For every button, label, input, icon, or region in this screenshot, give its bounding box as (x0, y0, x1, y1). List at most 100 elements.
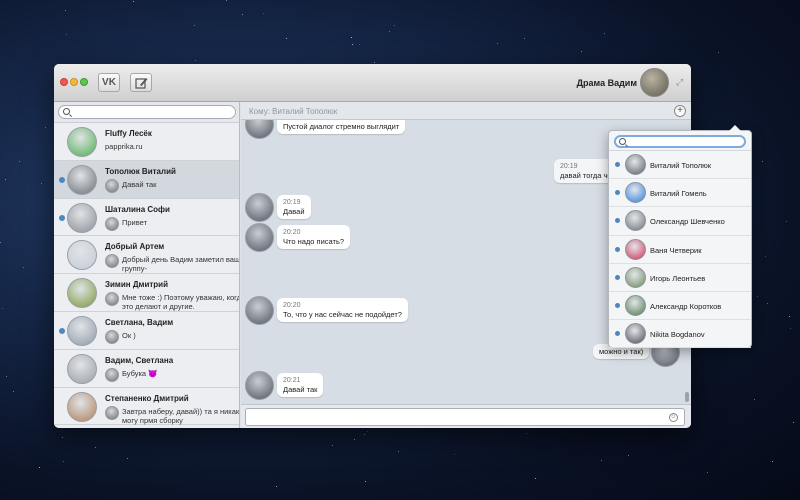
contact-name: Светлана, Вадим (105, 317, 174, 327)
contact-name: Олександр Шевченко (650, 217, 725, 227)
message-text: Давай так (283, 385, 318, 394)
contact-name: Зимин Дмитрий (105, 280, 168, 290)
star (95, 447, 96, 448)
star (604, 33, 605, 34)
star (364, 434, 365, 435)
star (789, 316, 790, 317)
popup-contact-item[interactable]: Игорь Леонтьев (609, 264, 751, 292)
star (133, 1, 134, 2)
last-message-preview: Ок ) (122, 330, 136, 340)
online-dot-icon (615, 274, 620, 280)
last-message-avatar (105, 329, 119, 344)
star (772, 461, 773, 462)
current-user-avatar[interactable] (640, 68, 669, 97)
message-text: можно и так) (599, 347, 644, 356)
contact-avatar (67, 353, 97, 384)
message-time: 20:21 (283, 377, 301, 384)
popup-arrow (729, 125, 741, 131)
sidebar: Fluffy Лесёк papprika.ru Тополюк Виталий Да… (54, 102, 240, 428)
sender-avatar[interactable] (245, 120, 274, 139)
add-recipient-button[interactable]: + (674, 105, 686, 117)
emoji-icon[interactable]: ☺ (669, 413, 678, 422)
popup-contact-item[interactable]: Александр Коротков (609, 292, 751, 321)
star (242, 14, 243, 15)
contact-row[interactable]: Степаненко Дмитрий Завтра наберу, давай))… (54, 387, 240, 426)
last-message-avatar (105, 254, 119, 269)
star (45, 127, 46, 128)
message-scrollbar[interactable] (685, 392, 689, 402)
popup-contact-item[interactable]: Олександр Шевченко (609, 207, 751, 236)
message-bubble: 20:20 То, что у нас сейчас не подойдет? (277, 298, 408, 322)
star (790, 328, 791, 329)
recipient-label[interactable]: Кому: Виталий Тополюк (249, 107, 337, 116)
star (367, 431, 368, 432)
composer: ☺ (241, 404, 691, 428)
star (352, 44, 353, 45)
last-message-avatar (105, 367, 119, 382)
contact-list: Fluffy Лесёк papprika.ru Тополюк Виталий Да… (54, 123, 240, 426)
fullscreen-icon[interactable]: ⤢ (676, 77, 686, 87)
contact-row[interactable]: Тополюк Виталий Давай так (54, 160, 239, 199)
star (127, 458, 128, 459)
contact-name: Виталий Гомель (650, 189, 707, 199)
online-dot-icon (615, 162, 620, 167)
message-text: Пустой диалог стремно выглядит (283, 122, 400, 131)
contact-row[interactable]: Вадим, Светлана Бубука 😈 (54, 349, 239, 388)
star (454, 454, 455, 455)
star (581, 51, 582, 52)
message-text: давай тогда че (560, 171, 612, 180)
contact-name: Fluffy Лесёк (105, 129, 152, 138)
last-message-preview: Добрый день Вадим заметил вашу группу- (122, 255, 240, 274)
current-user-name[interactable]: Драма Вадим (577, 78, 637, 88)
star (757, 296, 758, 297)
popup-contact-item[interactable]: Ваня Четверик (609, 236, 751, 264)
last-message-preview: Завтра наберу, давай)) та я никак не мог… (122, 406, 240, 425)
search-icon (63, 108, 70, 115)
star (39, 467, 40, 468)
zoom-window-button[interactable] (80, 78, 88, 86)
contact-name: Александр Коротков (650, 301, 722, 311)
popup-contact-item[interactable]: Виталий Гомель (609, 179, 751, 208)
last-message-avatar (105, 216, 119, 231)
message-bubble: 20:19 Давай (277, 195, 311, 219)
popup-contact-item[interactable]: Виталий Тополюк (609, 151, 751, 180)
sender-avatar[interactable] (245, 296, 274, 325)
recipient-picker-popup: Виталий Тополюк Виталий Гомель Олександр… (608, 125, 752, 349)
message-input[interactable]: ☺ (245, 408, 685, 426)
contact-name: Шаталина Софи (105, 204, 170, 214)
star (13, 391, 14, 392)
star (351, 37, 352, 38)
star (365, 481, 366, 482)
popup-search-input[interactable] (614, 135, 746, 148)
minimize-window-button[interactable] (70, 78, 78, 86)
star (707, 472, 708, 473)
contact-avatar (625, 294, 646, 316)
vk-home-button[interactable]: VK (98, 73, 120, 92)
compose-button[interactable] (130, 73, 152, 92)
sidebar-search-input[interactable] (58, 105, 236, 119)
contact-row[interactable]: Светлана, Вадим Ок ) (54, 311, 239, 350)
contact-row[interactable]: Зимин Дмитрий Мне тоже :) Поэтому уважаю,… (54, 274, 239, 312)
incoming-message: 20:21 Давай так (241, 371, 691, 404)
close-window-button[interactable] (60, 78, 68, 86)
sender-avatar[interactable] (245, 193, 274, 222)
contact-row[interactable]: Добрый Артем Добрый день Вадим заметил ва… (54, 236, 240, 275)
contact-name: Ваня Четверик (650, 245, 702, 255)
contact-avatar (625, 238, 646, 260)
star (41, 183, 42, 184)
contact-row[interactable]: Шаталина Софи Привет (54, 198, 239, 237)
contact-avatar (625, 323, 646, 345)
star (765, 256, 766, 257)
contact-name: Игорь Леонтьев (650, 273, 706, 283)
star (23, 267, 24, 268)
contact-row[interactable]: Fluffy Лесёк papprika.ru (54, 123, 239, 161)
sender-avatar[interactable] (245, 371, 274, 400)
star (62, 437, 63, 438)
sender-avatar[interactable] (245, 223, 274, 252)
message-time: 20:19 (283, 199, 301, 206)
message-bubble: 20:11 Пустой диалог стремно выглядит (277, 120, 406, 134)
popup-contact-item[interactable]: Nikita Bogdanov (609, 320, 751, 349)
contact-avatar (67, 127, 97, 157)
contact-avatar (625, 266, 646, 288)
last-message-preview: Мне тоже :) Поэтому уважаю, когда это де… (122, 293, 240, 312)
